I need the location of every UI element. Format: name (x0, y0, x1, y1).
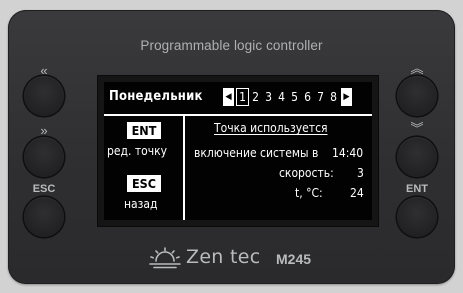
line1-label: включение системы в (194, 146, 319, 160)
down-button[interactable] (397, 137, 437, 177)
esc-button[interactable] (24, 197, 64, 237)
line2-label: скорость: (279, 166, 334, 180)
line3-label: t, °C: (295, 186, 323, 200)
point-tab: 2 (252, 90, 259, 104)
divider-vertical (183, 115, 185, 220)
point-tabs: 1 2 3 4 5 6 7 8 (236, 88, 340, 106)
up-button[interactable] (397, 76, 437, 116)
point-tab: 6 (304, 90, 311, 104)
line2-value: 3 (357, 166, 364, 180)
ent-action-label: ред. точку (107, 144, 167, 158)
point-tab: 5 (291, 90, 298, 104)
brand-logo: Zen tec M245 (8, 245, 455, 271)
point-tab: 4 (278, 90, 285, 104)
esc-key-badge: ESC (127, 175, 161, 192)
point-tab: 3 (265, 90, 272, 104)
esc-action-label: назад (124, 197, 158, 211)
device-title: Programmable logic controller (140, 38, 323, 53)
point-tab: 8 (330, 90, 337, 104)
brand-name: Zen tec (186, 246, 261, 268)
divider-horizontal (104, 114, 372, 116)
model-name: M245 (276, 251, 312, 267)
ent-button-label: ENT (406, 183, 428, 195)
line3-value: 24 (350, 186, 364, 200)
plc-panel: Programmable logic controller « » ESC ︽ … (8, 10, 455, 284)
point-tab: 1 (236, 88, 249, 106)
ent-button[interactable] (397, 197, 437, 237)
lcd-screen: Понедельник ◀ 1 2 3 4 5 6 7 8 ▶ ENT ред.… (104, 82, 372, 220)
day-title: Понедельник (109, 89, 203, 104)
double-chevron-up-icon: ︽ (410, 61, 424, 76)
line1-value: 14:40 (332, 146, 364, 160)
prev-arrow-icon: ◀ (223, 88, 234, 106)
status-text: Точка используется (214, 121, 328, 135)
ent-key-badge: ENT (127, 122, 161, 139)
double-chevron-down-icon: ︾ (410, 121, 424, 136)
left-button-rewind[interactable] (24, 76, 64, 116)
forward-icon: » (40, 123, 48, 138)
next-arrow-icon: ▶ (341, 88, 352, 106)
esc-button-label: ESC (32, 183, 56, 195)
sun-cloud-icon (149, 247, 181, 269)
left-button-forward[interactable] (24, 137, 64, 177)
point-tab: 7 (317, 90, 324, 104)
